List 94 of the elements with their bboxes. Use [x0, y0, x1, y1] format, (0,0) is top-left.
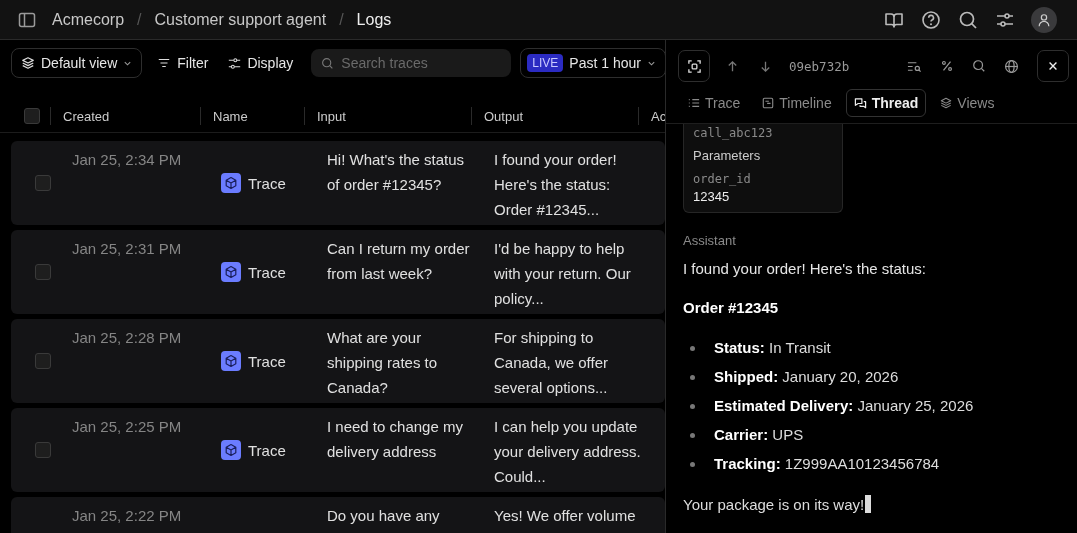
- breadcrumb-separator: /: [339, 10, 344, 29]
- timeline-icon: [762, 97, 775, 109]
- created-time: Jan 25, 2:34 PM: [72, 151, 182, 168]
- trace-name: Trace: [248, 263, 286, 281]
- row-checkbox[interactable]: [35, 175, 51, 191]
- sliders-icon: [228, 56, 242, 70]
- trace-name: Trace: [248, 441, 286, 459]
- input-text: What are your shipping rates to Canada?: [327, 328, 439, 398]
- output-text: Yes! We offer volume: [494, 506, 637, 526]
- breadcrumb-link[interactable]: Logs: [356, 10, 392, 29]
- breadcrumb-link[interactable]: Acmecorp: [52, 10, 125, 29]
- list-item: Estimated Delivery: January 25, 2026: [714, 397, 974, 415]
- trace-name: Trace: [248, 174, 286, 192]
- layers-icon: [21, 56, 35, 70]
- display-button[interactable]: Display: [218, 48, 304, 78]
- tab[interactable]: Views: [932, 89, 1003, 117]
- percent-icon[interactable]: [940, 59, 954, 73]
- filter-icon: [157, 56, 172, 70]
- parameter-name: order_id: [693, 172, 752, 186]
- column-header[interactable]: Input: [317, 108, 346, 124]
- trace-row[interactable]: Jan 25, 2:28 PM Trace What are your shipping rates to Canada? For shipping to Canada, we offer several options...: [11, 319, 665, 403]
- cube-icon: [221, 440, 241, 460]
- message-heading: Order #12345: [683, 299, 779, 316]
- role-label: Assistant: [683, 233, 736, 248]
- list-item: Carrier: UPS: [714, 426, 804, 444]
- trace-row[interactable]: Jan 25, 2:22 PM Do you have any Yes! We offer volume: [11, 497, 665, 533]
- globe-icon[interactable]: [1004, 58, 1019, 74]
- search-icon[interactable]: [972, 59, 986, 73]
- input-text: I need to change my delivery address: [327, 417, 464, 462]
- list-item: Status: In Transit: [714, 339, 831, 357]
- bullet-icon: [690, 432, 695, 438]
- column-header[interactable]: Ac: [651, 108, 665, 124]
- tab[interactable]: Thread: [845, 89, 927, 117]
- trace-row[interactable]: Jan 25, 2:31 PM Trace Can I return my order from last week? I'd be happy to help with your return. Our policy...: [11, 230, 665, 314]
- input-text: Hi! What's the status of order #12345?: [327, 150, 466, 195]
- tab[interactable]: Timeline: [754, 89, 840, 117]
- arrow-up-icon[interactable]: [726, 59, 739, 73]
- user-avatar[interactable]: [1031, 6, 1057, 33]
- trace-name: Trace: [248, 352, 286, 370]
- input-text: Can I return my order from last week?: [327, 239, 471, 284]
- output-text: I can help you update your delivery address. Could...: [494, 417, 642, 487]
- section-label: Parameters: [693, 148, 762, 163]
- bullet-icon: [690, 461, 695, 467]
- bullet-icon: [690, 345, 695, 351]
- output-text: I found your order! Here's the status: Order #12345...: [494, 150, 618, 220]
- cube-icon: [221, 262, 241, 282]
- help-icon[interactable]: [921, 9, 941, 30]
- filter-button[interactable]: Filter: [147, 48, 219, 78]
- created-time: Jan 25, 2:25 PM: [72, 418, 182, 435]
- row-checkbox[interactable]: [35, 442, 51, 458]
- list-item: Tracking: 1Z999AA10123456784: [714, 455, 940, 473]
- message-text: Your package is on its way!: [683, 495, 865, 513]
- breadcrumb-link[interactable]: Customer support agent: [154, 10, 327, 29]
- arrow-down-icon[interactable]: [759, 59, 772, 73]
- output-text: I'd be happy to help with your return. Our policy...: [494, 239, 632, 309]
- time-range-label: Past 1 hour: [569, 55, 641, 71]
- list-item: Shipped: January 20, 2026: [714, 368, 899, 386]
- parameter-value: 12345: [693, 189, 731, 204]
- tab[interactable]: Trace: [680, 89, 749, 117]
- focus-icon: [686, 58, 702, 74]
- column-header[interactable]: Output: [484, 108, 524, 124]
- message-text: I found your order! Here's the status:: [683, 260, 926, 277]
- row-checkbox[interactable]: [35, 264, 51, 280]
- trace-row[interactable]: Jan 25, 2:25 PM Trace I need to change my delivery address I can help you update your delivery address. Could...: [11, 408, 665, 492]
- view-dropdown[interactable]: Default view: [11, 48, 143, 78]
- search-icon: [321, 57, 335, 70]
- column-header[interactable]: Created: [63, 108, 110, 124]
- input-text: Do you have any: [327, 506, 441, 526]
- bullet-icon: [690, 403, 695, 409]
- created-time: Jan 25, 2:28 PM: [72, 329, 182, 346]
- search-icon[interactable]: [958, 9, 978, 30]
- sidebar-toggle-icon[interactable]: [18, 10, 36, 29]
- created-time: Jan 25, 2:31 PM: [72, 240, 182, 257]
- live-badge: LIVE: [527, 54, 564, 72]
- row-checkbox[interactable]: [35, 353, 51, 369]
- cube-icon: [221, 351, 241, 371]
- chat-icon: [853, 96, 867, 110]
- column-header[interactable]: Name: [213, 108, 248, 124]
- text-cursor: [865, 495, 872, 513]
- search-field[interactable]: Search traces: [311, 49, 512, 77]
- call-id: call_abc123: [693, 126, 774, 140]
- trace-row[interactable]: Jan 25, 2:34 PM Trace Hi! What's the status of order #12345? I found your order! Here's the status: Order #12345...: [11, 141, 665, 225]
- created-time: Jan 25, 2:22 PM: [72, 507, 182, 524]
- close-button[interactable]: [1037, 50, 1069, 82]
- layers-icon: [940, 97, 953, 109]
- bullet-icon: [690, 374, 695, 380]
- trace-id: 09eb732b: [789, 58, 850, 74]
- cube-icon: [221, 173, 241, 193]
- list-icon: [688, 97, 700, 109]
- focus-button[interactable]: [678, 50, 710, 82]
- breadcrumb-separator: /: [137, 10, 142, 29]
- close-icon: [1047, 60, 1059, 72]
- output-text: For shipping to Canada, we offer several options...: [494, 328, 609, 398]
- select-all-checkbox[interactable]: [24, 108, 40, 124]
